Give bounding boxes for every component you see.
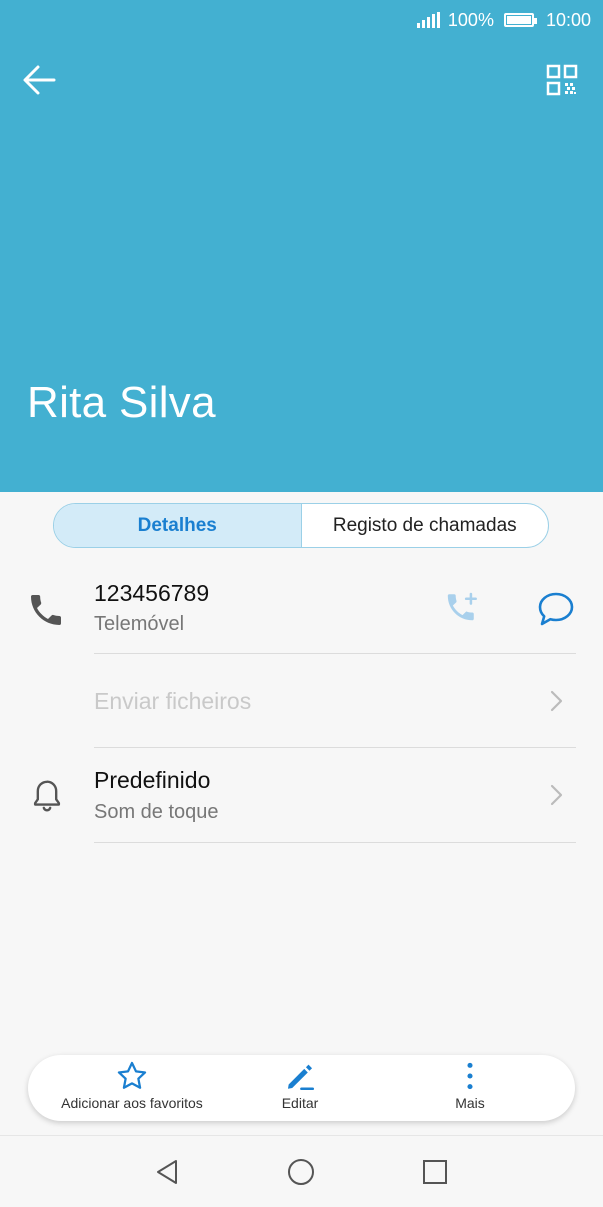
ringtone-row[interactable]: Predefinido Som de toque [0,749,603,841]
status-bar: 100% 10:00 [416,8,591,32]
divider [94,747,576,748]
add-to-favorites-label: Adicionar aos favoritos [61,1095,203,1111]
divider [94,842,576,843]
message-icon[interactable] [536,590,576,628]
nav-home-button[interactable] [283,1154,319,1190]
ringtone-value: Predefinido [94,767,211,793]
clock: 10:00 [545,9,591,30]
phone-icon [31,595,61,625]
chevron-right-icon [550,784,563,806]
battery-icon [503,13,537,27]
star-icon [117,1061,147,1089]
phone-row[interactable]: 123456789 Telemóvel [0,570,603,655]
add-call-icon[interactable] [444,590,482,628]
bell-icon [33,780,61,812]
square-recents-icon [423,1160,447,1184]
circle-home-icon [288,1159,314,1185]
triangle-back-icon [157,1160,177,1184]
more-vertical-icon [467,1062,473,1090]
arrow-left-icon [23,65,56,95]
send-files-label: Enviar ficheiros [94,688,252,714]
system-nav-bar [0,1135,603,1207]
more-label: Mais [455,1095,485,1111]
nav-recents-button[interactable] [417,1154,453,1190]
edit-button[interactable]: Editar [260,1055,340,1121]
action-bar: Adicionar aos favoritos Editar Mais [28,1055,575,1121]
ringtone-label: Som de toque [94,801,219,823]
edit-label: Editar [281,1095,319,1111]
contact-header: 100% 10:00 Rita Silva [0,0,603,492]
nav-back-button[interactable] [150,1154,186,1190]
signal-icon [416,12,440,28]
phone-type: Telemóvel [94,613,185,635]
back-button[interactable] [18,60,62,100]
detail-tabs: Detalhes Registo de chamadas [53,503,549,548]
send-files-row[interactable]: Enviar ficheiros [0,655,603,747]
chevron-right-icon [550,690,563,712]
pencil-icon [287,1064,315,1091]
tab-call-log[interactable]: Registo de chamadas [302,504,549,547]
add-to-favorites-button[interactable]: Adicionar aos favoritos [40,1055,224,1121]
phone-number: 123456789 [94,580,210,606]
qr-code-icon [546,64,578,96]
divider [94,653,576,654]
more-button[interactable]: Mais [430,1055,510,1121]
contact-name: Rita Silva [27,378,216,427]
battery-percent: 100% [447,9,494,30]
qr-code-button[interactable] [542,60,582,100]
tab-details[interactable]: Detalhes [54,504,302,547]
